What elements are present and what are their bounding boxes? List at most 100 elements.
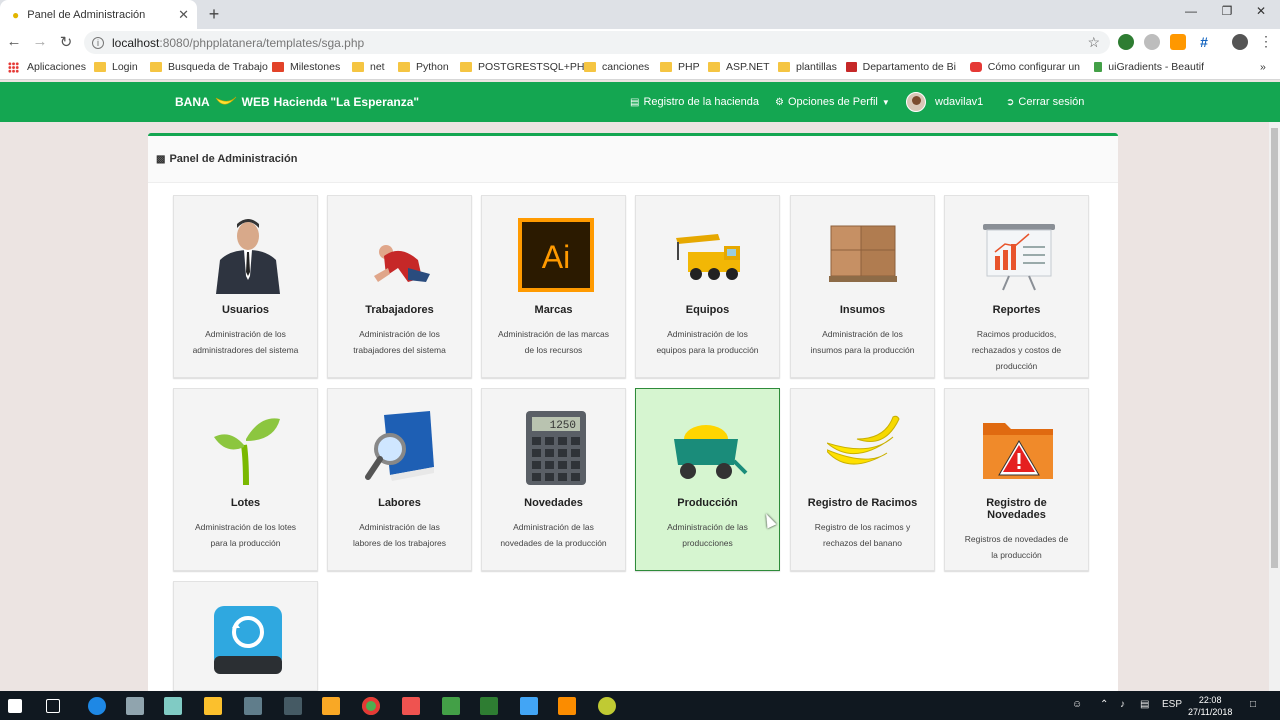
back-arrow-icon[interactable]: ← [4,33,24,50]
app-icon[interactable] [520,697,538,715]
people-icon[interactable]: ☺ [1072,699,1082,710]
bookmark-item[interactable]: Login [94,61,138,73]
bookmark-item[interactable]: Busqueda de Trabajo [150,61,268,73]
hash-extension-icon[interactable]: # [1196,34,1212,50]
logout-label: Cerrar sesión [1018,96,1085,108]
browser-tab[interactable]: ● Panel de Administración ✕ [0,0,197,29]
bookmark-item[interactable]: net [352,61,385,73]
bookmark-item[interactable]: POSTGRESTSQL+PHP [460,61,592,73]
app-icon[interactable] [244,697,262,715]
card-equipos[interactable]: Equipos Administración de los equipos pa… [635,195,780,378]
bookmark-label: Departamento de Bi [862,61,956,73]
crane-truck-icon [676,234,740,280]
extension-icon[interactable] [1118,34,1134,50]
card-novedades[interactable]: 1250 Novedades Administración de las nov… [481,388,626,571]
card-description: Administración de las labores de los tra… [352,522,447,548]
reload-icon[interactable]: ↻ [56,33,76,51]
card-title: Novedades [524,497,583,509]
bookmark-star-icon[interactable]: ☆ [1087,34,1100,51]
card-trabajadores[interactable]: Trabajadores Administración de los traba… [327,195,472,378]
tray-chevron-icon[interactable]: ⌃ [1100,699,1108,710]
uigradients-icon [1094,62,1103,72]
bookmark-item[interactable]: plantillas [778,61,837,73]
pycharm-icon[interactable] [480,697,498,715]
app-icon[interactable] [164,697,182,715]
url-input[interactable]: i localhost:8080/phpplatanera/templates/… [84,31,1110,54]
app-icon[interactable] [126,697,144,715]
bookmark-item[interactable]: PHP [660,61,700,73]
bookmark-label: ASP.NET [726,61,770,73]
folder-icon [708,62,720,72]
card-title: Equipos [685,304,730,316]
app-icon[interactable] [402,697,420,715]
app-icon[interactable] [284,697,302,715]
card-lotes[interactable]: Lotes Administración de los lotes para l… [173,388,318,571]
card-registro-novedades[interactable]: Registro de Novedades Registros de noved… [944,388,1089,571]
notifications-icon[interactable]: □ [1250,699,1256,710]
page-scrollbar[interactable] [1269,122,1280,691]
windows-start-icon[interactable] [8,699,22,713]
card-title: Marcas [534,304,573,316]
card-registro-racimos[interactable]: Registro de Racimos Registro de los raci… [790,388,935,571]
scrollbar-thumb[interactable] [1271,128,1278,568]
forward-arrow-icon[interactable]: → [30,33,50,50]
minimize-icon[interactable]: — [1176,4,1206,18]
card-insumos[interactable]: Insumos Administración de los insumos pa… [790,195,935,378]
sprout-icon [214,418,280,486]
edge-icon[interactable] [88,697,106,715]
username: wdavilav1 [935,96,984,108]
bookmark-label: POSTGRESTSQL+PHP [478,61,592,73]
card-description: Administración de los insumos para la pr… [810,329,915,355]
volume-icon[interactable]: ♪ [1120,699,1125,710]
card-marcas[interactable]: Ai Marcas Administración de las marcas d… [481,195,626,378]
app-icon[interactable] [442,697,460,715]
more-bookmarks-icon[interactable]: » [1260,61,1266,73]
network-icon[interactable]: ▤ [1140,699,1149,710]
bookmark-item[interactable]: uiGradients - Beautif [1094,61,1204,73]
xampp-icon[interactable] [558,697,576,715]
folder-icon [660,62,672,72]
task-view-icon[interactable] [46,699,60,713]
file-explorer-icon[interactable] [204,697,222,715]
bookmark-apps[interactable]: Aplicaciones [8,61,86,73]
card-labores[interactable]: Labores Administración de las labores de… [327,388,472,571]
card-usuarios[interactable]: Usuarios Administración de los administr… [173,195,318,378]
logout-link[interactable]: ➲ Cerrar sesión [1006,96,1084,108]
chrome-icon[interactable] [362,697,380,715]
bookmark-label: net [370,61,385,73]
brand-subtitle: Hacienda "La Esperanza" [273,95,420,109]
card-produccion[interactable]: Producción Administración de las producc… [635,388,780,571]
app-icon[interactable] [598,697,616,715]
new-tab-button[interactable]: + [204,4,224,25]
document-icon: ▤ [630,96,640,108]
brand-logo[interactable]: BANA WEB Hacienda "La Esperanza" [175,95,419,109]
profile-icon[interactable] [1232,34,1248,50]
bookmark-item[interactable]: Milestones [272,61,340,73]
registro-hacienda-link[interactable]: ▤ Registro de la hacienda [630,96,759,108]
user-menu[interactable]: wdavilav1 [906,92,983,112]
language-indicator[interactable]: ESP [1162,699,1182,710]
card-backup[interactable] [173,581,318,691]
businessman-icon [216,219,280,294]
menu-dots-icon[interactable]: ⋮ [1258,34,1274,50]
close-window-icon[interactable]: ✕ [1246,4,1276,18]
maximize-icon[interactable]: ❐ [1212,4,1242,18]
off-extension-icon[interactable] [1170,34,1186,50]
bookmark-item[interactable]: ASP.NET [708,61,770,73]
apps-grid-icon [8,61,19,73]
bookmark-item[interactable]: Python [398,61,449,73]
bookmark-item[interactable]: Cómo configurar un [970,61,1080,73]
card-title: Insumos [839,304,886,316]
app-icon[interactable] [322,697,340,715]
profile-options-dropdown[interactable]: ⚙ Opciones de Perfil ▼ [775,96,890,108]
clock[interactable]: 22:08 27/11/2018 [1188,694,1232,718]
bookmark-item[interactable]: Departamento de Bi [846,61,956,73]
card-title: Registro de Racimos [807,497,918,509]
folder-icon [398,62,410,72]
info-icon[interactable]: i [92,36,104,49]
youtube-icon [970,62,982,72]
cloud-extension-icon[interactable] [1144,34,1160,50]
card-reportes[interactable]: Reportes Racimos producidos, rechazados … [944,195,1089,378]
bookmark-item[interactable]: canciones [584,61,649,73]
close-tab-icon[interactable]: ✕ [178,7,189,23]
